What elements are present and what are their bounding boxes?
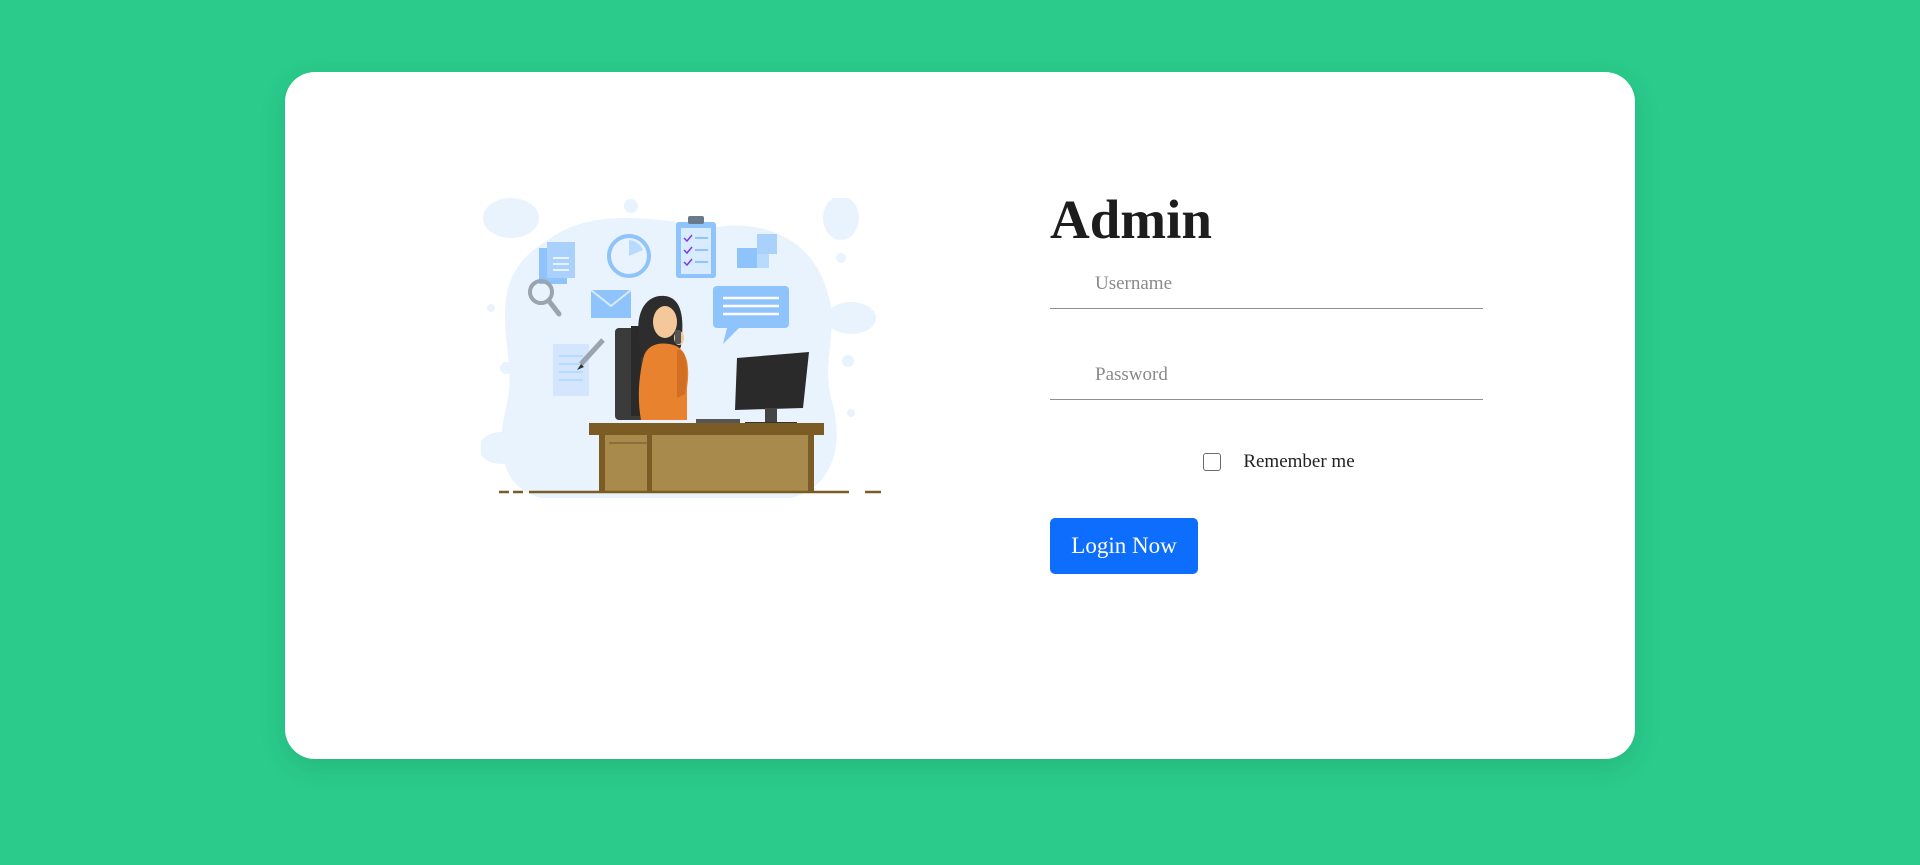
page-title: Admin (1050, 189, 1212, 250)
login-card: Admin Remember me Login Now (285, 72, 1635, 759)
password-field-wrapper (1050, 353, 1483, 400)
login-button[interactable]: Login Now (1050, 518, 1198, 574)
password-input[interactable] (1050, 353, 1483, 397)
office-illustration (479, 196, 887, 556)
username-input[interactable] (1050, 262, 1483, 306)
login-form: Admin Remember me Login Now (1050, 182, 1483, 574)
remember-me-label[interactable]: Remember me (1243, 451, 1354, 473)
username-field-wrapper (1050, 262, 1483, 309)
remember-me-row: Remember me (1050, 450, 1483, 474)
woman-at-desk-illustration-icon (479, 196, 881, 498)
remember-me-checkbox[interactable] (1203, 453, 1222, 471)
